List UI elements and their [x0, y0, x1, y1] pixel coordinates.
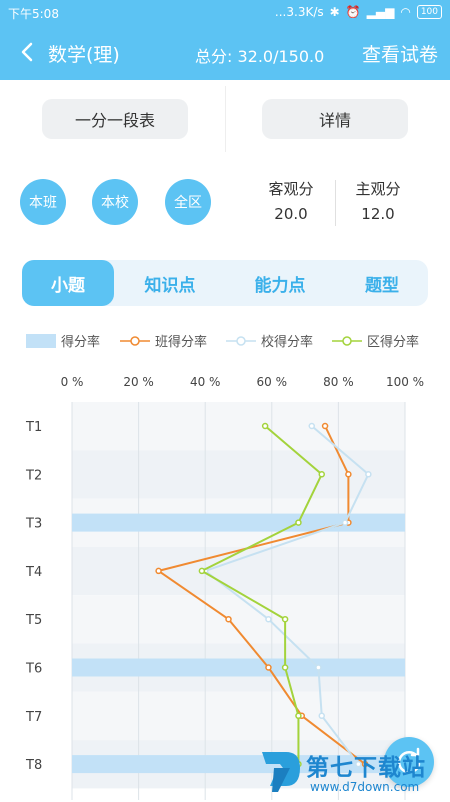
network-speed: ...3.3K/s [274, 5, 324, 19]
school-line-swatch [226, 335, 256, 346]
bluetooth-icon: ✱ [329, 5, 340, 19]
district-rate-point [295, 519, 302, 526]
tab-knowledge-points[interactable]: 知识点 [122, 260, 218, 306]
score-rate-bar [72, 658, 405, 677]
legend-class-rate: 班得分率 [120, 331, 207, 350]
status-time: 下午5:08 [8, 7, 59, 21]
y-category-label: T1 [25, 420, 42, 435]
signal-icon: ▂▄▆ [366, 5, 395, 19]
school-rate-point [341, 519, 349, 526]
legend-label: 班得分率 [155, 335, 208, 350]
x-tick-label: 20 % [123, 375, 154, 389]
score-rate-bar [72, 513, 405, 532]
class-line-swatch [120, 335, 150, 346]
app-bar: 数学(理) 总分: 32.0/150.0 查看试卷 [0, 24, 450, 80]
y-category-label: T2 [25, 468, 42, 483]
district-line-swatch [332, 335, 362, 346]
view-paper-button[interactable]: 查看试卷 [362, 40, 438, 67]
details-button[interactable]: 详情 [262, 99, 408, 139]
district-rate-point [281, 664, 289, 671]
alarm-icon: ⏰ [345, 5, 361, 19]
y-category-label: T7 [25, 710, 42, 725]
status-icons: ...3.3K/s ✱ ⏰ ▂▄▆ ◠ 100 [275, 5, 442, 19]
class-rate-point [321, 422, 329, 430]
x-tick-label: 80 % [323, 375, 354, 389]
y-category-label: T6 [25, 662, 42, 677]
legend-school-rate: 校得分率 [226, 331, 313, 350]
district-rate-point [198, 567, 206, 575]
school-rate-point [315, 664, 322, 671]
row-stripe [72, 402, 405, 451]
district-rate-point [295, 712, 302, 720]
class-rate-point [265, 664, 272, 671]
status-bar: 下午5:08 ...3.3K/s ✱ ⏰ ▂▄▆ ◠ 100 [0, 0, 450, 24]
row-stripe [72, 691, 405, 741]
class-scope-button[interactable]: 本班 [20, 179, 66, 225]
y-category-label: T8 [25, 758, 42, 773]
x-tick-label: 100 % [386, 375, 424, 389]
analysis-tabs: 小题 知识点 能力点 题型 [22, 260, 428, 306]
school-rate-point [318, 712, 325, 720]
subjective-score-value: 12.0 [361, 205, 395, 223]
school-rate-point [308, 422, 316, 430]
score-rate-chart: 0 % 20 % 40 % 60 % 80 % 100 % T1 T2 T3 T4 T5 T6 T7 T8 [25, 375, 424, 800]
segment-table-button[interactable]: 一分一段表 [42, 99, 188, 139]
y-category-label: T5 [25, 613, 42, 628]
tab-question-types[interactable]: 题型 [338, 260, 426, 306]
watermark-logo: 第七下载站 www.d7down.com [256, 742, 446, 798]
x-tick-label: 0 % [61, 375, 84, 389]
page-title: 数学(理) [48, 44, 120, 66]
tab-questions[interactable]: 小题 [22, 260, 114, 306]
row-stripe [72, 450, 405, 499]
watermark-url: www.d7down.com [310, 780, 420, 794]
legend-district-rate: 区得分率 [332, 331, 419, 350]
battery-icon: 100 [416, 5, 442, 19]
class-rate-point [345, 471, 352, 478]
class-rate-point [225, 615, 232, 623]
x-tick-label: 60 % [257, 375, 288, 389]
district-rate-point [281, 615, 289, 623]
school-rate-point [365, 471, 372, 478]
y-category-label: T4 [25, 565, 42, 580]
x-tick-label: 40 % [190, 375, 221, 389]
legend-label: 得分率 [61, 335, 101, 350]
district-scope-button[interactable]: 全区 [165, 179, 211, 225]
legend-score-rate: 得分率 [26, 331, 100, 350]
district-rate-point [318, 471, 325, 478]
wifi-icon: ◠ [400, 5, 411, 19]
tab-ability-points[interactable]: 能力点 [232, 260, 328, 306]
district-rate-point [261, 422, 269, 430]
school-scope-button[interactable]: 本校 [92, 179, 138, 225]
bar-swatch [26, 333, 56, 348]
objective-score-label: 客观分 [268, 180, 314, 198]
divider [225, 86, 226, 152]
subjective-score-label: 主观分 [355, 180, 401, 198]
y-category-label: T3 [25, 517, 42, 532]
row-stripe [72, 595, 405, 644]
back-arrow-icon [21, 42, 33, 62]
legend-label: 区得分率 [367, 335, 420, 350]
total-score: 总分: 32.0/150.0 [195, 47, 325, 66]
class-rate-point [155, 567, 162, 575]
legend-label: 校得分率 [261, 335, 314, 350]
school-rate-point [265, 615, 272, 623]
objective-score-value: 20.0 [274, 205, 308, 223]
row-stripe [72, 546, 405, 596]
chart-legend: 得分率 班得分率 校得分率 区得分率 [0, 331, 450, 351]
back-button[interactable] [14, 38, 42, 66]
watermark-brand: 第七下载站 [306, 755, 426, 781]
